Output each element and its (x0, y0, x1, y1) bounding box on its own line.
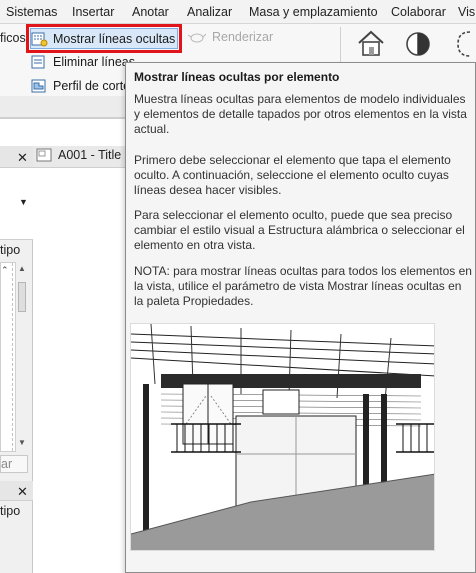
callout-view-icon[interactable] (456, 30, 476, 63)
type-dropdown-chevron-icon-2[interactable]: ▼ (19, 197, 28, 207)
tab-insertar[interactable]: Insertar (72, 5, 114, 19)
close-browser-icon[interactable]: ✕ (17, 484, 28, 500)
tooltip-illustration (130, 323, 435, 551)
cut-profile-button[interactable]: Perfil de corte (30, 75, 130, 97)
ribbon-panel-strip (0, 96, 126, 118)
tooltip-paragraph-4: NOTA: para mostrar líneas ocultas para t… (134, 264, 472, 308)
tab-sistemas[interactable]: Sistemas (6, 5, 57, 19)
scrollbar-thumb[interactable] (18, 282, 26, 312)
ribbon-partial-label: ficos (0, 31, 26, 45)
properties-scrollbar[interactable]: ▲ ▼ (15, 262, 28, 452)
apply-label: ar (1, 457, 13, 471)
tooltip-paragraph-3: Para seleccionar el elemento oculto, pue… (134, 208, 465, 252)
tab-analizar[interactable]: Analizar (187, 5, 232, 19)
tooltip-title: Mostrar líneas ocultas por elemento (134, 70, 340, 84)
render-button[interactable]: Renderizar (187, 30, 274, 44)
scroll-up-arrow-icon[interactable]: ▲ (18, 264, 26, 273)
tab-masa[interactable]: Masa y emplazamiento (249, 5, 378, 19)
tab-vista[interactable]: Vis (458, 5, 475, 19)
section-view-icon[interactable] (403, 28, 435, 63)
collapse-up-icon[interactable]: ⌃ (1, 265, 9, 276)
sheet-icon (36, 148, 52, 162)
apply-button[interactable]: ar (0, 455, 28, 473)
view-tab-a001[interactable]: A001 - Title (36, 148, 121, 162)
edit-type-label[interactable]: tipo (0, 243, 20, 257)
remove-hidden-lines-icon (30, 53, 48, 71)
type-selector[interactable] (0, 168, 33, 240)
drawing-canvas[interactable] (33, 168, 128, 573)
cut-profile-label: Perfil de corte (53, 79, 131, 93)
remove-hidden-lines-label: Eliminar líneas (53, 55, 135, 69)
view-tab-label: A001 - Title (58, 148, 122, 162)
remove-hidden-lines-button[interactable]: Eliminar líneas (30, 51, 135, 73)
house-view-icon[interactable] (355, 28, 387, 63)
close-panel-icon[interactable]: ✕ (17, 150, 28, 166)
browser-type-label: tipo (0, 504, 21, 518)
tab-colaborar[interactable]: Colaborar (391, 5, 446, 19)
ribbon-tab-bar: Sistemas Insertar Anotar Analizar Masa y… (0, 0, 476, 24)
cut-profile-icon (30, 77, 48, 95)
tab-anotar[interactable]: Anotar (132, 5, 169, 19)
highlight-box (26, 24, 182, 53)
teapot-icon (187, 30, 207, 44)
scroll-down-arrow-icon[interactable]: ▼ (18, 438, 26, 447)
render-label: Renderizar (212, 30, 274, 44)
tooltip-paragraph-2: Primero debe seleccionar el elemento que… (134, 153, 451, 197)
tooltip: Mostrar líneas ocultas por elemento Mues… (125, 62, 476, 573)
tooltip-paragraph-1: Muestra líneas ocultas para elementos de… (134, 92, 467, 136)
